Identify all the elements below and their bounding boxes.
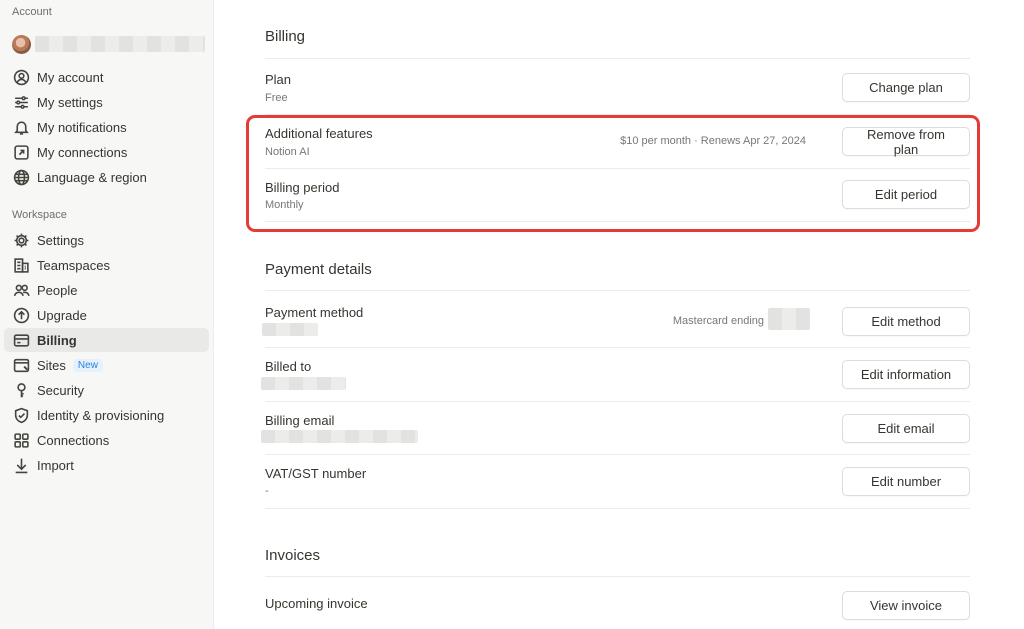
redacted-user-name	[35, 36, 205, 52]
sidebar-item-settings[interactable]: Settings	[4, 228, 209, 252]
sidebar-item-label: Security	[37, 382, 84, 398]
sidebar-item-teamspaces[interactable]: Teamspaces	[4, 253, 209, 277]
plan-value: Free	[265, 92, 288, 104]
payment-details-heading: Payment details	[265, 261, 372, 278]
plan-title: Plan	[265, 72, 292, 87]
billed-to-row: Billed to Edit information	[261, 347, 970, 401]
billing-email-row: Billing email Edit email	[261, 401, 970, 455]
sliders-icon	[12, 93, 30, 111]
sidebar-item-label: My notifications	[37, 119, 127, 135]
payment-method-row: Payment method Mastercard ending Edit me…	[262, 290, 970, 346]
view-invoice-button[interactable]: View invoice	[842, 591, 970, 620]
feature-price-renewal: $10 per month · Renews Apr 27, 2024	[620, 135, 806, 147]
billing-email-title: Billing email	[265, 413, 335, 428]
card-ending-label: Mastercard ending	[672, 315, 764, 327]
invoices-heading: Invoices	[265, 547, 321, 564]
sidebar-item-label: Settings	[37, 232, 84, 248]
billing-period-row: Billing period Monthly Edit period	[265, 168, 970, 222]
sidebar-item-upgrade[interactable]: Upgrade	[4, 303, 209, 327]
account-section-label: Account	[12, 6, 52, 18]
sidebar-item-billing[interactable]: Billing	[4, 328, 209, 352]
sidebar-item-language-region[interactable]: Language & region	[4, 165, 209, 189]
workspace-section-label: Workspace	[12, 209, 67, 221]
user-profile-row[interactable]	[12, 34, 205, 54]
sidebar-item-label: Billing	[37, 332, 77, 348]
person-circle-icon	[12, 68, 30, 86]
edit-method-button[interactable]: Edit method	[842, 307, 970, 336]
sidebar-item-label: My settings	[37, 94, 103, 110]
sidebar-item-label: People	[37, 282, 78, 298]
vat-number-value: -	[265, 485, 269, 497]
sidebar-item-security[interactable]: Security	[4, 378, 209, 402]
payment-method-title: Payment method	[265, 305, 364, 320]
arrow-up-circle-icon	[12, 306, 30, 324]
billing-heading: Billing	[265, 28, 306, 45]
billed-to-title: Billed to	[265, 359, 312, 374]
sidebar-item-label: Upgrade	[37, 307, 87, 323]
shield-check-icon	[12, 406, 30, 424]
edit-information-button[interactable]: Edit information	[842, 360, 970, 389]
vat-number-row: VAT/GST number - Edit number	[265, 454, 970, 508]
sidebar-item-label: My account	[37, 69, 104, 85]
sidebar-item-my-account[interactable]: My account	[4, 65, 209, 89]
gear-icon	[12, 231, 30, 249]
sidebar-item-people[interactable]: People	[4, 278, 209, 302]
redacted-billing-email	[261, 430, 418, 443]
sidebar-item-my-connections[interactable]: My connections	[4, 140, 209, 164]
sidebar-item-label: Teamspaces	[37, 257, 110, 273]
sidebar-item-import[interactable]: Import	[4, 453, 209, 477]
sidebar-item-connections[interactable]: Connections	[4, 428, 209, 452]
sidebar-item-my-settings[interactable]: My settings	[4, 90, 209, 114]
upcoming-invoice-row: Upcoming invoice View invoice	[265, 576, 970, 629]
additional-features-title: Additional features	[265, 126, 373, 141]
sidebar-item-label: Connections	[37, 432, 110, 448]
divider	[265, 221, 970, 222]
bell-icon	[12, 118, 30, 136]
edit-email-button[interactable]: Edit email	[842, 414, 970, 443]
remove-from-plan-button[interactable]: Remove from plan	[842, 127, 970, 157]
sidebar-item-label: Sites	[37, 357, 66, 373]
plan-row: Plan Free Change plan	[265, 58, 970, 112]
upcoming-invoice-title: Upcoming invoice	[265, 596, 368, 611]
divider	[265, 508, 970, 509]
redacted-payment-method	[262, 323, 318, 336]
billing-settings-panel: Billing Plan Free Change plan Additional…	[261, 0, 970, 629]
sidebar-item-label: Identity & provisioning	[37, 407, 165, 423]
external-arrow-icon	[12, 143, 30, 161]
sidebar-item-label: My connections	[37, 144, 128, 160]
avatar	[12, 34, 31, 54]
people-icon	[12, 281, 30, 299]
billing-period-title: Billing period	[265, 180, 340, 195]
additional-features-row: Additional features Notion AI $10 per mo…	[265, 114, 970, 168]
sidebar-item-label: Language & region	[37, 169, 147, 185]
additional-features-value: Notion AI	[265, 146, 310, 158]
settings-sidebar: Account My account My settings My notifi…	[0, 0, 214, 629]
key-icon	[12, 381, 30, 399]
browser-window-icon	[12, 356, 30, 374]
edit-number-button[interactable]: Edit number	[842, 467, 970, 496]
credit-card-icon	[12, 331, 30, 349]
globe-icon	[12, 168, 30, 186]
sidebar-item-sites[interactable]: Sites New	[4, 353, 209, 377]
edit-period-button[interactable]: Edit period	[842, 180, 970, 209]
redacted-billed-to	[261, 377, 346, 390]
grid-icon	[12, 431, 30, 449]
sidebar-item-my-notifications[interactable]: My notifications	[4, 115, 209, 139]
billing-period-value: Monthly	[265, 199, 304, 211]
download-arrow-icon	[12, 456, 30, 474]
new-badge: New	[72, 358, 103, 372]
building-icon	[12, 256, 30, 274]
sidebar-item-label: Import	[37, 457, 74, 473]
redacted-card-digits	[768, 308, 810, 330]
vat-number-title: VAT/GST number	[265, 466, 367, 481]
change-plan-button[interactable]: Change plan	[842, 73, 970, 102]
sidebar-item-identity-provisioning[interactable]: Identity & provisioning	[4, 403, 209, 427]
